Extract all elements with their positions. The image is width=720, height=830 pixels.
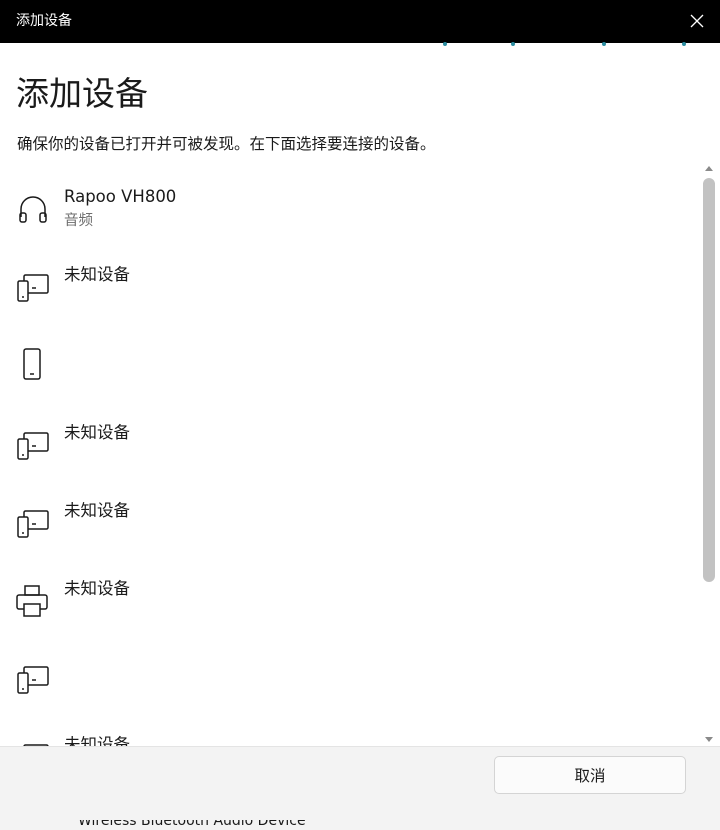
cancel-button[interactable]: 取消	[494, 756, 686, 794]
device-row-unknown[interactable]: 未知设备	[0, 252, 696, 330]
background-dot	[511, 42, 515, 46]
printer-icon	[16, 585, 48, 617]
generic-device-icon	[17, 274, 49, 302]
dialog-instruction: 确保你的设备已打开并可被发现。在下面选择要连接的设备。	[17, 135, 436, 153]
device-row-printer[interactable]: 未知设备	[0, 564, 696, 642]
device-row-unknown[interactable]: 未知设备	[0, 408, 696, 486]
headphones-icon	[19, 196, 47, 223]
close-button[interactable]	[674, 0, 720, 43]
device-list[interactable]: Rapoo VH800 音频 未知设备 未知设备 未知设备 未知设备 未知设备	[0, 164, 700, 748]
device-row-unknown[interactable]: 未知设备	[0, 486, 696, 564]
title-bar: 添加设备	[0, 0, 720, 43]
background-dot	[602, 42, 606, 46]
device-row-generic[interactable]	[0, 642, 696, 720]
scroll-thumb[interactable]	[703, 178, 715, 582]
device-name: 未知设备	[64, 501, 130, 520]
device-row-phone[interactable]	[0, 330, 696, 408]
dialog-footer: 取消 Wireless Bluetooth Audio Device	[0, 746, 720, 830]
phone-icon	[23, 348, 41, 380]
scroll-down-arrow-icon[interactable]	[705, 737, 713, 742]
close-icon	[690, 14, 704, 28]
device-row-unknown[interactable]: 未知设备	[0, 720, 696, 748]
device-row-headphones[interactable]: Rapoo VH800 音频	[0, 174, 696, 252]
device-name: 未知设备	[64, 579, 130, 598]
device-name: Rapoo VH800	[64, 187, 177, 206]
list-scrollbar[interactable]	[700, 162, 718, 746]
generic-device-icon	[17, 666, 49, 694]
generic-device-icon	[17, 432, 49, 460]
dialog-heading: 添加设备	[16, 74, 148, 113]
device-category: 音频	[64, 213, 93, 229]
window-title: 添加设备	[16, 13, 72, 29]
background-dot	[682, 42, 686, 46]
background-dot	[443, 42, 447, 46]
scroll-up-arrow-icon[interactable]	[705, 166, 713, 171]
device-name: 未知设备	[64, 265, 130, 284]
generic-device-icon	[17, 510, 49, 538]
device-name: 未知设备	[64, 423, 130, 442]
